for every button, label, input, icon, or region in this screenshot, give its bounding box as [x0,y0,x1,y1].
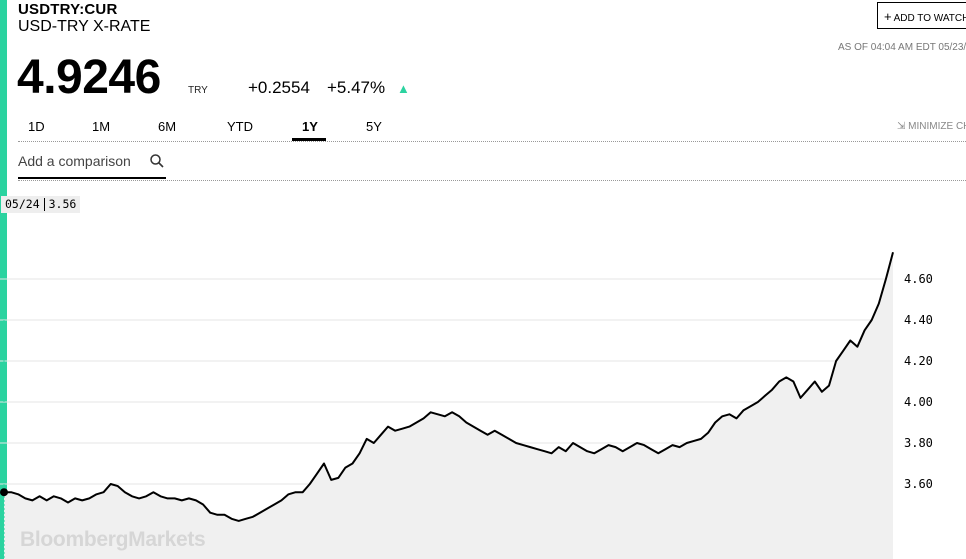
y-axis: 3.60 3.80 4.00 4.20 4.40 4.60 [904,272,933,491]
tab-5y[interactable]: 5Y [366,119,382,134]
ticker-symbol: USDTRY:CUR [18,1,118,18]
minimize-icon: ⇲ [897,121,909,132]
tab-6m[interactable]: 6M [158,119,176,134]
last-price: 4.9246 [17,51,161,104]
minimize-label: MINIMIZE CHART [908,121,966,132]
instrument-name: USD-TRY X-RATE [18,18,151,35]
y-tick-label: 4.40 [904,313,933,327]
y-tick-label: 4.20 [904,354,933,368]
tab-1m[interactable]: 1M [92,119,110,134]
add-comparison-input[interactable]: Add a comparison [18,153,166,179]
bloomberg-markets-logo: BloombergMarkets [20,528,206,551]
tab-1y[interactable]: 1Y [302,119,318,134]
tabs-divider [18,141,966,142]
tab-ytd[interactable]: YTD [227,119,253,134]
as-of-timestamp: AS OF 04:04 AM EDT 05/23/2018 [838,42,966,53]
search-icon[interactable] [149,153,165,169]
add-comparison-placeholder: Add a comparison [18,153,131,169]
watchlist-label: ADD TO WATCHLIST [893,13,966,24]
crosshair-value: 3.56 [48,197,77,211]
tab-1d[interactable]: 1D [28,119,45,134]
price-change-percent: +5.47% [327,78,386,97]
crosshair-readout: 05/24 3.56 [1,196,81,213]
crosshair-date: 05/24 [5,197,40,211]
price-change: +0.2554 [248,78,310,97]
price-chart[interactable]: 3.60 3.80 4.00 4.20 4.40 4.60 [0,180,966,559]
chart-area [4,252,893,559]
y-tick-label: 4.00 [904,395,933,409]
y-tick-label: 3.80 [904,436,933,450]
up-arrow-icon: ▲ [397,81,410,96]
y-tick-label: 3.60 [904,477,933,491]
crosshair-marker [0,488,8,497]
price-currency: TRY [188,85,208,96]
add-to-watchlist-button[interactable]: +ADD TO WATCHLIST [877,2,966,29]
plus-icon: + [884,9,892,24]
minimize-chart-button[interactable]: ⇲ MINIMIZE CHART [897,121,966,132]
y-tick-label: 4.60 [904,272,933,286]
